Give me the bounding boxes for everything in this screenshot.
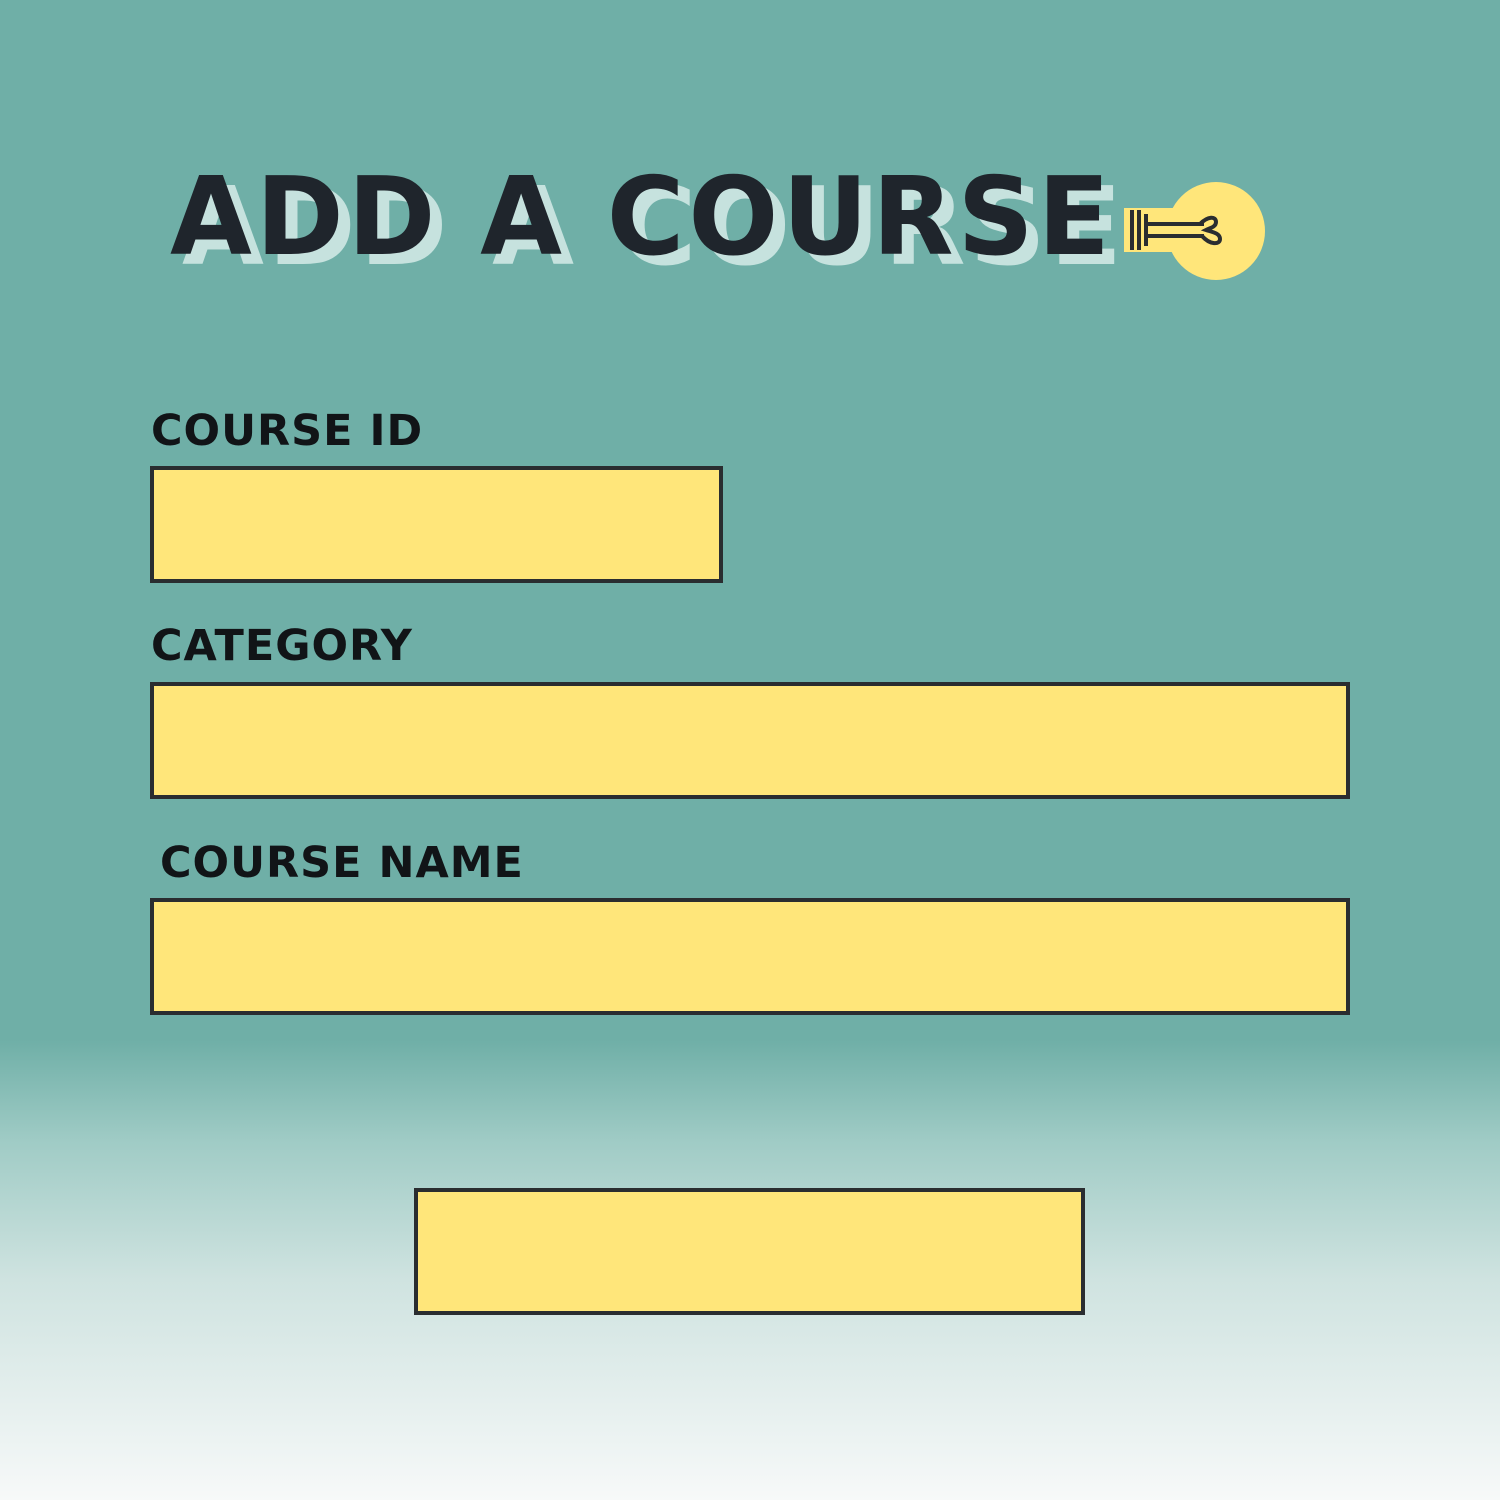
category-input[interactable]: [150, 682, 1350, 799]
course-id-input[interactable]: [150, 466, 723, 583]
category-label: CATEGORY: [151, 621, 413, 671]
course-id-label: COURSE ID: [151, 406, 424, 456]
page-title-text: ADD A COURSE: [170, 155, 1114, 280]
submit-button[interactable]: [414, 1188, 1085, 1315]
course-name-input[interactable]: [150, 898, 1350, 1015]
add-course-page: ADD A COURSE ADD A COURSE COURSE ID CATE…: [0, 0, 1500, 1500]
lightbulb-icon: [1124, 182, 1265, 280]
course-name-label: COURSE NAME: [160, 838, 524, 888]
